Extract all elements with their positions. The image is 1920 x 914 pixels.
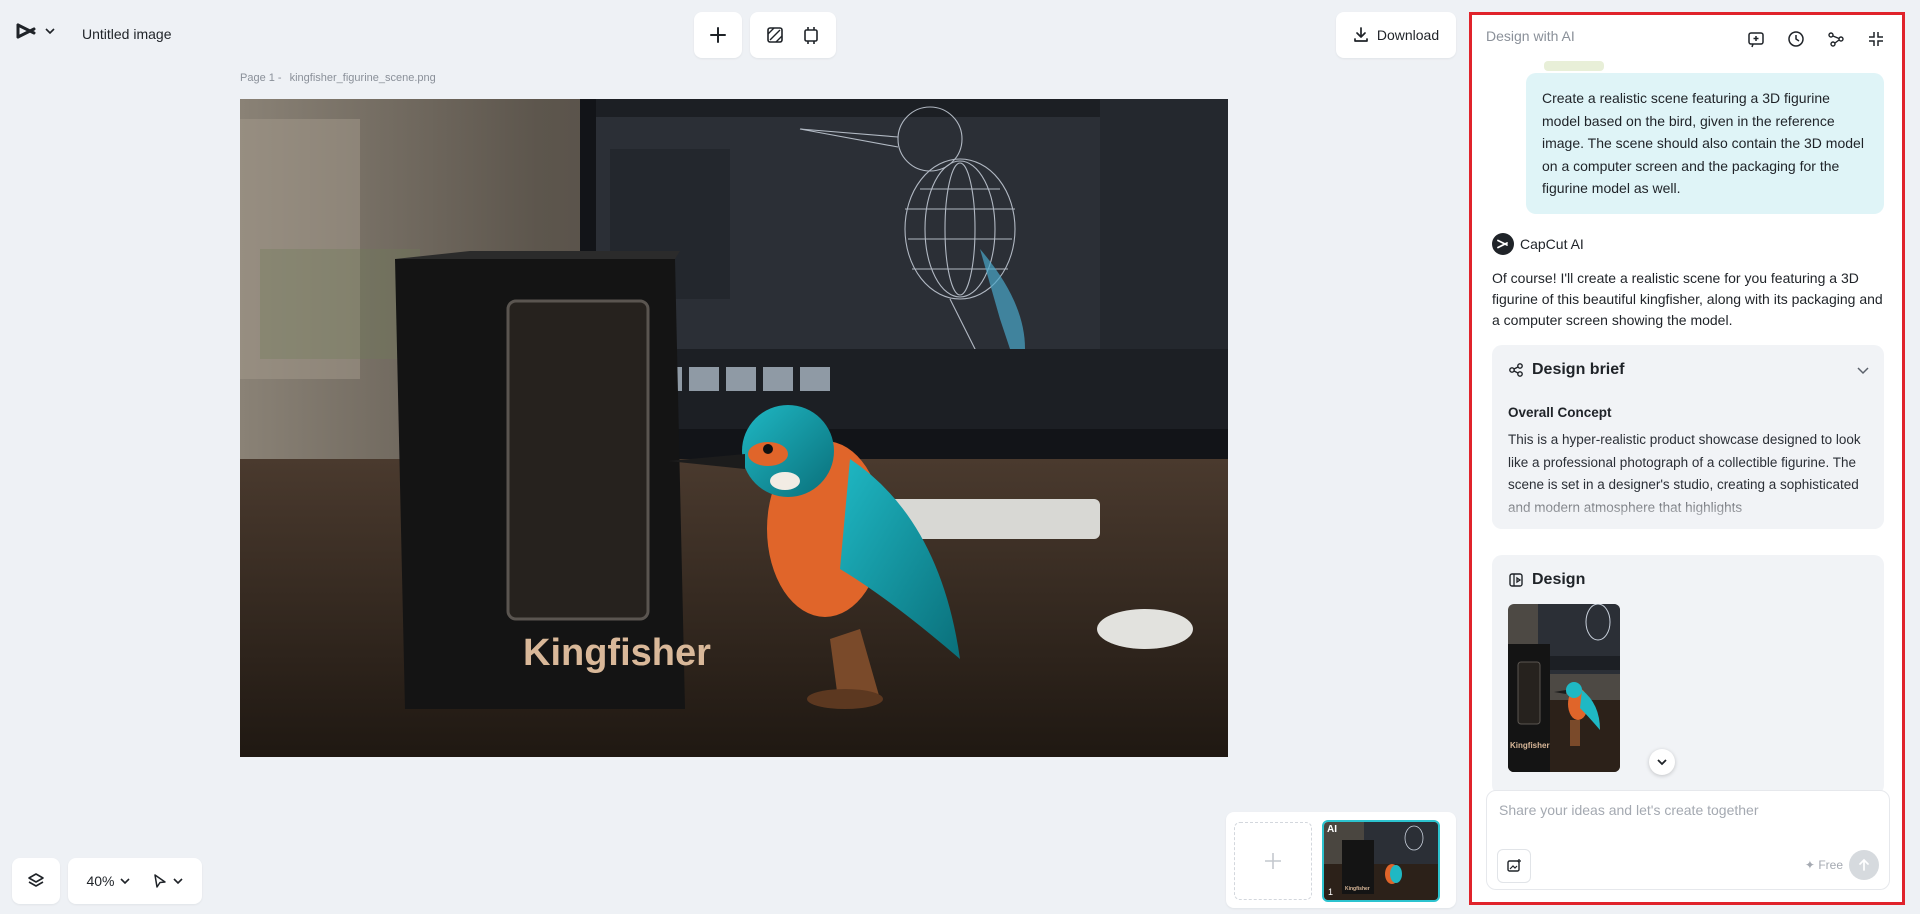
canvas-image[interactable]: Kingfisher — [240, 99, 1228, 757]
fade-overlay — [1492, 489, 1884, 529]
previous-message-stub — [1544, 61, 1604, 71]
design-title: Design — [1532, 571, 1586, 588]
plus-icon — [1263, 851, 1283, 871]
brief-icon — [1508, 362, 1524, 378]
capcut-ai-avatar — [1492, 233, 1514, 255]
concept-title: Overall Concept — [1508, 405, 1612, 420]
ai-name: CapCut AI — [1520, 236, 1584, 252]
design-brief-card[interactable]: Design brief Overall Concept This is a h… — [1492, 345, 1884, 529]
history-icon[interactable] — [1784, 27, 1808, 51]
pointer-select[interactable] — [152, 873, 184, 889]
pointer-icon — [152, 873, 168, 889]
download-icon — [1353, 27, 1369, 43]
layers-button[interactable] — [12, 858, 60, 904]
prompt-composer: ✦ Free — [1486, 790, 1890, 890]
page-number: 1 — [1328, 887, 1334, 897]
app-menu-button[interactable] — [16, 22, 56, 40]
ai-sender: CapCut AI — [1492, 233, 1584, 255]
box-label: Kingfisher — [523, 632, 711, 674]
design-brief-header: Design brief — [1508, 361, 1624, 379]
new-chat-icon[interactable] — [1744, 27, 1768, 51]
document-title[interactable]: Untitled image — [82, 26, 172, 42]
panel-actions — [1744, 27, 1888, 51]
design-thumb-label: Kingfisher — [1510, 741, 1550, 750]
chevron-down-icon — [172, 875, 184, 887]
thumb-box-label: Kingfisher — [1345, 886, 1370, 892]
plus-icon[interactable] — [706, 23, 730, 47]
design-with-ai-panel: Design with AI Create a realistic scene … — [1469, 12, 1905, 905]
design-icon — [1508, 572, 1524, 588]
download-button[interactable]: Download — [1336, 12, 1456, 58]
scroll-to-bottom-button[interactable] — [1649, 749, 1675, 775]
send-button[interactable] — [1849, 850, 1879, 880]
chevron-down-icon[interactable] — [1856, 363, 1870, 377]
edit-tools-card — [750, 12, 836, 58]
add-element-card — [694, 12, 742, 58]
prompt-input[interactable] — [1497, 801, 1881, 819]
design-brief-title: Design brief — [1532, 361, 1625, 378]
crop-resize-icon[interactable] — [799, 23, 823, 47]
free-text: Free — [1818, 858, 1843, 872]
user-message: Create a realistic scene featuring a 3D … — [1526, 73, 1884, 214]
panel-title: Design with AI — [1486, 28, 1575, 44]
collapse-icon[interactable] — [1864, 27, 1888, 51]
capcut-logo-icon — [16, 22, 38, 40]
page-thumbnail[interactable]: Kingfisher AI 1 — [1322, 820, 1440, 902]
share-icon[interactable] — [1824, 27, 1848, 51]
page-filename[interactable]: kingfisher_figurine_scene.png — [290, 72, 436, 84]
zoom-level: 40% — [86, 873, 115, 889]
layers-icon — [27, 872, 45, 890]
zoom-controls: 40% — [68, 858, 202, 904]
chevron-down-icon — [44, 25, 56, 37]
chevron-down-icon — [1656, 756, 1668, 768]
ai-badge: AI — [1327, 824, 1337, 835]
page-label: Page 1 - kingfisher_figurine_scene.png — [240, 72, 436, 84]
design-card: Design Kingfisher — [1492, 555, 1884, 795]
chevron-down-icon — [119, 875, 131, 887]
slash-square-icon[interactable] — [763, 23, 787, 47]
ai-message: Of course! I'll create a realistic scene… — [1492, 270, 1883, 328]
page-thumbnail-strip: Kingfisher AI 1 — [1226, 812, 1456, 908]
zoom-select[interactable]: 40% — [86, 873, 130, 889]
page-prefix: Page 1 - — [240, 72, 282, 84]
free-label: ✦ Free — [1805, 858, 1843, 872]
image-plus-icon — [1506, 858, 1522, 874]
download-label: Download — [1376, 27, 1440, 43]
arrow-up-icon — [1857, 858, 1871, 872]
add-page-button[interactable] — [1234, 822, 1312, 900]
design-header: Design — [1508, 571, 1585, 589]
design-result-thumbnail[interactable]: Kingfisher — [1508, 604, 1620, 772]
sparkle-icon: ✦ — [1804, 858, 1815, 872]
attach-image-button[interactable] — [1497, 849, 1531, 883]
